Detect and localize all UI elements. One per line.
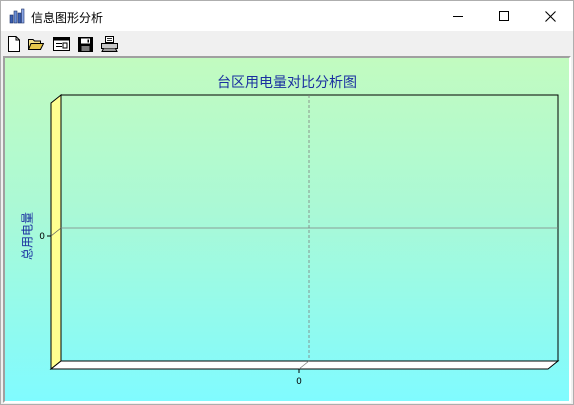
window-title: 信息图形分析 xyxy=(31,11,104,25)
plot-area: 0 0 xyxy=(39,93,560,387)
chart-frame: 台区用电量对比分析图 总用电量 0 0 xyxy=(3,56,571,403)
open-folder-icon xyxy=(28,39,44,50)
print-button[interactable] xyxy=(99,34,119,54)
open-button[interactable] xyxy=(26,34,46,54)
title-bar[interactable]: 信息图形分析 xyxy=(1,1,573,31)
save-button[interactable] xyxy=(75,34,95,54)
close-button[interactable] xyxy=(527,1,573,31)
save-disk-icon xyxy=(77,36,93,52)
close-icon xyxy=(544,10,556,22)
data-table-icon xyxy=(52,37,70,51)
new-button[interactable] xyxy=(4,34,24,54)
minimize-icon xyxy=(453,16,463,17)
x-tick-label: 0 xyxy=(296,377,302,387)
maximize-button[interactable] xyxy=(481,1,527,31)
y-tick-label: 0 xyxy=(39,232,45,242)
chart-app-icon xyxy=(9,8,25,24)
maximize-icon xyxy=(499,11,509,21)
chart-panel[interactable]: 台区用电量对比分析图 总用电量 0 0 xyxy=(5,58,569,401)
toolbar xyxy=(1,31,573,56)
data-button[interactable] xyxy=(51,34,71,54)
main-window: 信息图形分析 台区用电量对比分析图 总用电量 0 0 xyxy=(0,0,574,405)
printer-icon xyxy=(100,36,118,52)
minimize-button[interactable] xyxy=(435,1,481,31)
new-document-icon xyxy=(8,36,20,52)
